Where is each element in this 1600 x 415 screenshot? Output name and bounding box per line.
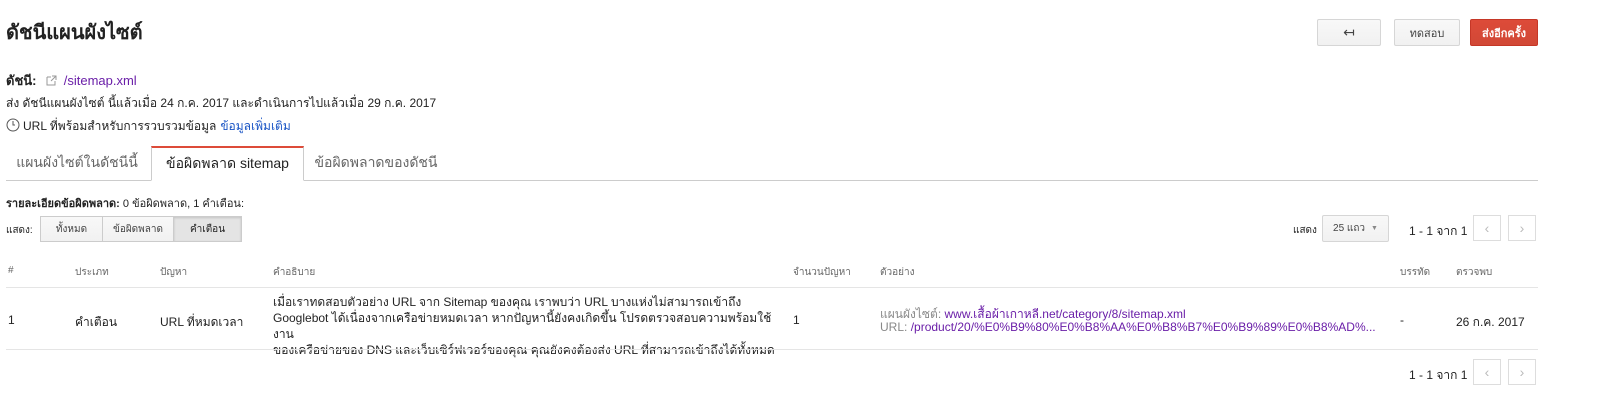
submitted-text: ส่ง ดัชนีแผนผังไซต์ นี้แล้วเมื่อ 24 ก.ค.… — [6, 96, 437, 110]
tab-bar: แผนผังไซต์ในดัชนีนี้ ข้อผิดพลาด sitemap … — [6, 146, 1538, 181]
page-range-bottom: 1 - 1 จาก 1 — [1409, 368, 1468, 382]
example-url-label: URL: — [880, 320, 908, 334]
col-header-line: บรรทัด — [1400, 267, 1431, 278]
sitemap-link[interactable]: /sitemap.xml — [64, 73, 137, 88]
chevron-down-icon: ▼ — [1371, 225, 1378, 232]
description-line: Googlebot ได้เนื่องจากเครือข่ายหมดเวลา ห… — [273, 311, 772, 341]
description-line: เมื่อเราทดสอบตัวอย่าง URL จาก Sitemap ขอ… — [273, 295, 742, 309]
test-button[interactable]: ทดสอบ — [1394, 19, 1460, 46]
show-label: แสดง: — [6, 225, 33, 236]
clock-icon — [6, 118, 20, 135]
table-divider — [6, 349, 1538, 350]
example-sitemap-link[interactable]: www.เสื้อผ้าเกาหลี.net/category/8/sitema… — [945, 307, 1186, 321]
tab-sitemaps-in-index[interactable]: แผนผังไซต์ในดัชนีนี้ — [6, 146, 148, 180]
crawl-info: URL ที่พร้อมสำหรับการรวบรวมข้อมูล ข้อมูล… — [6, 117, 291, 136]
next-page-button-bottom[interactable]: › — [1508, 359, 1536, 385]
learn-more-link[interactable]: ข้อมูลเพิ่มเติม — [220, 117, 290, 136]
external-link-icon — [46, 74, 57, 89]
tab-index-errors[interactable]: ข้อผิดพลาดของดัชนี — [306, 146, 446, 180]
row-num: 1 — [8, 313, 15, 327]
col-header-issue: ปัญหา — [160, 267, 188, 278]
page-range: 1 - 1 จาก 1 — [1409, 224, 1468, 238]
page-title: ดัชนีแผนผังไซต์ — [6, 22, 143, 44]
example-sitemap-label: แผนผังไซต์: — [880, 307, 942, 321]
col-header-count: จำนวนปัญหา — [793, 267, 851, 278]
filter-all-button[interactable]: ทั้งหมด — [40, 216, 103, 242]
description-line: ของเครือข่ายของ DNS และเว็บเซิร์ฟเวอร์ขอ… — [273, 343, 775, 357]
chevron-right-icon: › — [1519, 364, 1525, 380]
resubmit-button[interactable]: ส่งอีกครั้ง — [1470, 19, 1538, 46]
row-count: 1 — [793, 313, 800, 327]
chevron-right-icon: › — [1519, 220, 1525, 236]
rows-show-label: แสดง — [1293, 225, 1317, 236]
filter-errors-button[interactable]: ข้อผิดพลาด — [102, 216, 174, 242]
col-header-description: คำอธิบาย — [273, 267, 316, 278]
chevron-left-icon: ‹ — [1484, 364, 1490, 380]
col-header-example: ตัวอย่าง — [880, 267, 915, 278]
rows-per-page-select[interactable]: 25 แถว ▼ — [1322, 215, 1389, 242]
example-url-link[interactable]: /product/20/%E0%B9%80%E0%B8%AA%E0%B8%B7%… — [911, 320, 1376, 334]
col-header-detected: ตรวจพบ — [1456, 267, 1493, 278]
error-summary-label: รายละเอียดข้อผิดพลาด: — [6, 198, 120, 210]
rows-per-page-value: 25 แถว — [1333, 223, 1366, 234]
col-header-num: # — [8, 265, 14, 276]
filter-warnings-button[interactable]: คำเตือน — [173, 216, 242, 242]
back-button[interactable]: ↤ — [1317, 19, 1381, 46]
row-line: - — [1400, 313, 1404, 327]
chevron-left-icon: ‹ — [1484, 220, 1490, 236]
row-detected: 26 ก.ค. 2017 — [1456, 315, 1525, 329]
prev-page-button-bottom[interactable]: ‹ — [1473, 359, 1501, 385]
crawl-text: URL ที่พร้อมสำหรับการรวบรวมข้อมูล — [23, 119, 217, 133]
error-summary: รายละเอียดข้อผิดพลาด: 0 ข้อผิดพลาด, 1 คำ… — [6, 194, 244, 212]
row-type: คำเตือน — [75, 315, 118, 329]
tab-sitemap-errors[interactable]: ข้อผิดพลาด sitemap — [151, 146, 304, 181]
index-info: ดัชนี: /sitemap.xml — [6, 70, 137, 91]
next-page-button[interactable]: › — [1508, 215, 1536, 241]
index-label: ดัชนี: — [6, 73, 37, 88]
example-url: URL: /product/20/%E0%B9%80%E0%B8%AA%E0%B… — [880, 320, 1394, 334]
col-header-type: ประเภท — [75, 267, 109, 278]
row-issue: URL ที่หมดเวลา — [160, 315, 244, 329]
prev-page-button[interactable]: ‹ — [1473, 215, 1501, 241]
error-summary-value: 0 ข้อผิดพลาด, 1 คำเตือน: — [122, 198, 244, 210]
table-divider — [6, 287, 1538, 288]
